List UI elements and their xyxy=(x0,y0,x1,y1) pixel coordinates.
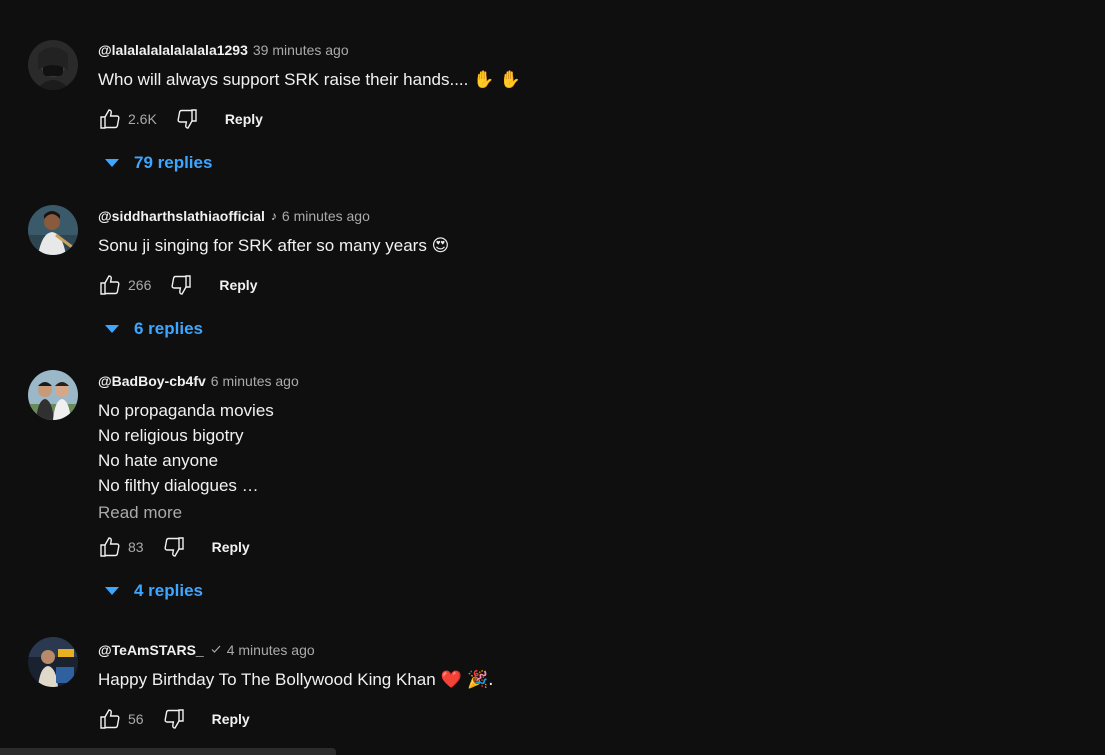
comment-text-line: No filthy dialogues … xyxy=(98,476,259,495)
comment-author[interactable]: @lalalalalalalalala1293 xyxy=(98,42,248,58)
reply-button[interactable]: Reply xyxy=(212,711,250,727)
comment-author[interactable]: @BadBoy-cb4fv xyxy=(98,373,206,389)
comment-text: Happy Birthday To The Bollywood King Kha… xyxy=(98,667,1105,693)
dislike-button[interactable] xyxy=(171,103,203,135)
thumbs-up-icon xyxy=(100,275,120,295)
reply-button[interactable]: Reply xyxy=(219,277,257,293)
comment-actions: 2.6K Reply xyxy=(94,103,1105,135)
avatar[interactable] xyxy=(28,637,78,687)
music-note-icon: ♪ xyxy=(270,209,277,223)
comment-author[interactable]: @TeAmSTARS_ xyxy=(98,642,204,658)
avatar[interactable] xyxy=(28,370,78,420)
comment-text-line: Sonu ji singing for SRK after so many ye… xyxy=(98,236,427,255)
comment-text: No propaganda movies No religious bigotr… xyxy=(98,398,1105,498)
comment-time[interactable]: 39 minutes ago xyxy=(253,42,349,58)
like-count: 2.6K xyxy=(128,111,157,127)
like-count: 266 xyxy=(128,277,152,293)
comment-time[interactable]: 4 minutes ago xyxy=(227,642,315,658)
replies-count-label: 4 replies xyxy=(134,581,203,600)
dislike-button[interactable] xyxy=(158,703,190,735)
replies-count-label: 79 replies xyxy=(134,153,213,172)
thumbs-down-icon xyxy=(177,109,197,129)
caret-down-icon xyxy=(105,159,119,167)
comment-text-line: Who will always support SRK raise their … xyxy=(98,70,469,89)
like-button[interactable] xyxy=(94,531,126,563)
horizontal-scrollbar[interactable] xyxy=(0,748,336,755)
verified-check-icon xyxy=(210,643,222,658)
replies-count-label: 6 replies xyxy=(134,319,203,338)
read-more-link[interactable]: Read more xyxy=(98,503,1105,523)
like-button[interactable] xyxy=(94,703,126,735)
reply-button[interactable]: Reply xyxy=(225,111,263,127)
comment-emoji: 😍 xyxy=(431,236,450,256)
view-replies-button[interactable]: 4 replies xyxy=(104,574,1105,608)
like-button[interactable] xyxy=(94,103,126,135)
thumbs-down-icon xyxy=(171,275,192,295)
comment-time[interactable]: 6 minutes ago xyxy=(282,208,370,224)
thumbs-down-icon xyxy=(164,537,184,557)
thumbs-up-icon xyxy=(100,109,120,129)
like-count: 83 xyxy=(128,539,144,555)
comment-actions: 83 Reply xyxy=(94,531,1105,563)
comment-actions: 266 Reply xyxy=(94,269,1105,301)
caret-down-icon xyxy=(105,587,119,595)
avatar[interactable] xyxy=(28,205,78,255)
thumbs-up-icon xyxy=(100,709,120,729)
comment-actions: 56 Reply xyxy=(94,703,1105,735)
thumbs-down-icon xyxy=(164,709,184,729)
comment-author[interactable]: @siddharthslathiaofficial xyxy=(98,208,265,224)
comment-emoji: ❤️ 🎉. xyxy=(440,670,494,690)
comment-text-line: Happy Birthday To The Bollywood King Kha… xyxy=(98,670,436,689)
view-replies-button[interactable]: 6 replies xyxy=(104,312,1105,346)
like-count: 56 xyxy=(128,711,144,727)
caret-down-icon xyxy=(105,325,119,333)
comment-text-line: No religious bigotry xyxy=(98,426,244,445)
comment-text: Sonu ji singing for SRK after so many ye… xyxy=(98,233,1105,259)
comment-time[interactable]: 6 minutes ago xyxy=(211,373,299,389)
reply-button[interactable]: Reply xyxy=(212,539,250,555)
dislike-button[interactable] xyxy=(165,269,197,301)
dislike-button[interactable] xyxy=(158,531,190,563)
comment-text-line: No hate anyone xyxy=(98,451,219,470)
comments-section: @lalalalalalalalala1293 39 minutes ago W… xyxy=(0,0,1105,755)
comment-text: Who will always support SRK raise their … xyxy=(98,67,1105,93)
view-replies-button[interactable]: 79 replies xyxy=(104,146,1105,180)
comment-text-line: No propaganda movies xyxy=(98,401,274,420)
like-button[interactable] xyxy=(94,269,126,301)
avatar[interactable] xyxy=(28,40,78,90)
comment-emoji: ✋ ✋ xyxy=(473,70,521,90)
thumbs-up-icon xyxy=(100,537,120,557)
